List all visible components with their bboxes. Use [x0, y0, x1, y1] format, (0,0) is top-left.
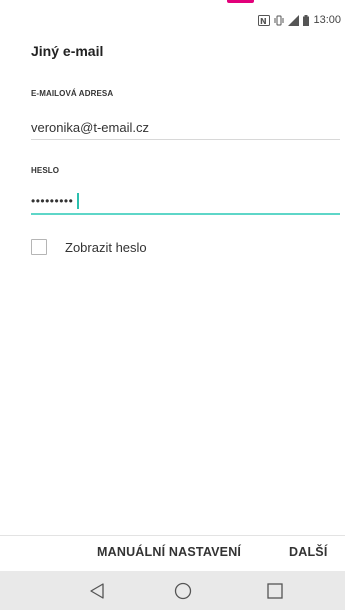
manual-settings-button[interactable]: MANUÁLNÍ NASTAVENÍ — [97, 545, 241, 559]
nfc-icon: N — [258, 14, 271, 26]
email-label: E-MAILOVÁ ADRESA — [31, 89, 114, 98]
status-time: 13:00 — [313, 14, 341, 26]
page-title: Jiný e-mail — [31, 43, 104, 59]
email-field[interactable] — [31, 115, 340, 140]
next-button[interactable]: DALŠÍ — [289, 545, 328, 559]
accent-indicator — [227, 0, 254, 3]
svg-text:N: N — [260, 17, 267, 26]
status-bar: N 13:00 — [258, 11, 341, 29]
show-password-row[interactable]: Zobrazit heslo — [31, 239, 147, 255]
password-label: HESLO — [31, 166, 60, 175]
action-bar: MANUÁLNÍ NASTAVENÍ DALŠÍ — [0, 535, 345, 572]
show-password-label: Zobrazit heslo — [65, 239, 147, 255]
show-password-checkbox[interactable] — [31, 239, 47, 255]
recent-apps-icon[interactable] — [264, 582, 286, 600]
signal-icon — [288, 14, 300, 26]
email-setup-screen: N 13:00 Jiný e-mail E-MAILOVÁ ADRESA HES… — [0, 0, 345, 610]
battery-icon — [303, 14, 310, 26]
navigation-bar — [0, 571, 345, 610]
text-cursor — [77, 193, 79, 209]
back-icon[interactable] — [86, 582, 108, 600]
home-icon[interactable] — [172, 582, 194, 600]
vibrate-icon — [274, 15, 284, 26]
